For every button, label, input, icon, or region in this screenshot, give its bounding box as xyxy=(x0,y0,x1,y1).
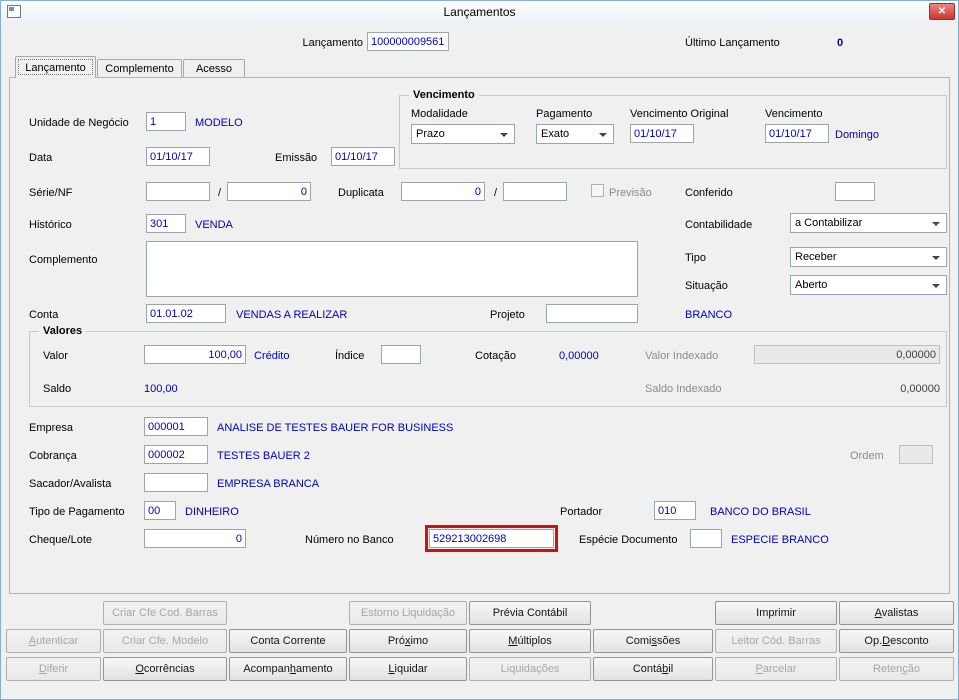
button-conta-corrente[interactable]: Conta Corrente xyxy=(229,629,347,653)
button-ocorrencias[interactable]: Ocorrências xyxy=(103,657,227,681)
button-liquidacoes: Liquidações xyxy=(469,657,591,681)
button-grid: Criar Cfe Cod. Barras Estorno Liquidação P… xyxy=(1,1,958,699)
tab-lancamento[interactable]: Lançamento xyxy=(15,56,96,78)
button-comissoes[interactable]: Comissões xyxy=(593,629,713,653)
button-leitor-cod-barras: Leitor Cód. Barras xyxy=(715,629,837,653)
button-parcelar: Parcelar xyxy=(715,657,837,681)
button-diferir: Diferir xyxy=(6,657,101,681)
button-liquidar[interactable]: Liquidar xyxy=(349,657,467,681)
button-avalistas[interactable]: Avalistas xyxy=(839,601,954,625)
button-imprimir[interactable]: Imprimir xyxy=(715,601,837,625)
button-multiplos[interactable]: Múltiplos xyxy=(469,629,591,653)
button-autenticar: Autenticar xyxy=(6,629,101,653)
button-previa-contabil[interactable]: Prévia Contábil xyxy=(469,601,591,625)
button-criar-cfe-modelo: Criar Cfe. Modelo xyxy=(103,629,227,653)
button-retencao: Retenção xyxy=(839,657,954,681)
button-op-desconto[interactable]: Op.Desconto xyxy=(839,629,954,653)
button-contabil[interactable]: Contábil xyxy=(593,657,713,681)
button-criar-cfe-cod-barras: Criar Cfe Cod. Barras xyxy=(103,601,227,625)
lancamentos-window: Lançamentos ✕ Lançamento Último Lançamen… xyxy=(0,0,959,700)
button-estorno-liquidacao: Estorno Liquidação xyxy=(349,601,467,625)
button-proximo[interactable]: Próximo xyxy=(349,629,467,653)
button-acompanhamento[interactable]: Acompanhamento xyxy=(229,657,347,681)
